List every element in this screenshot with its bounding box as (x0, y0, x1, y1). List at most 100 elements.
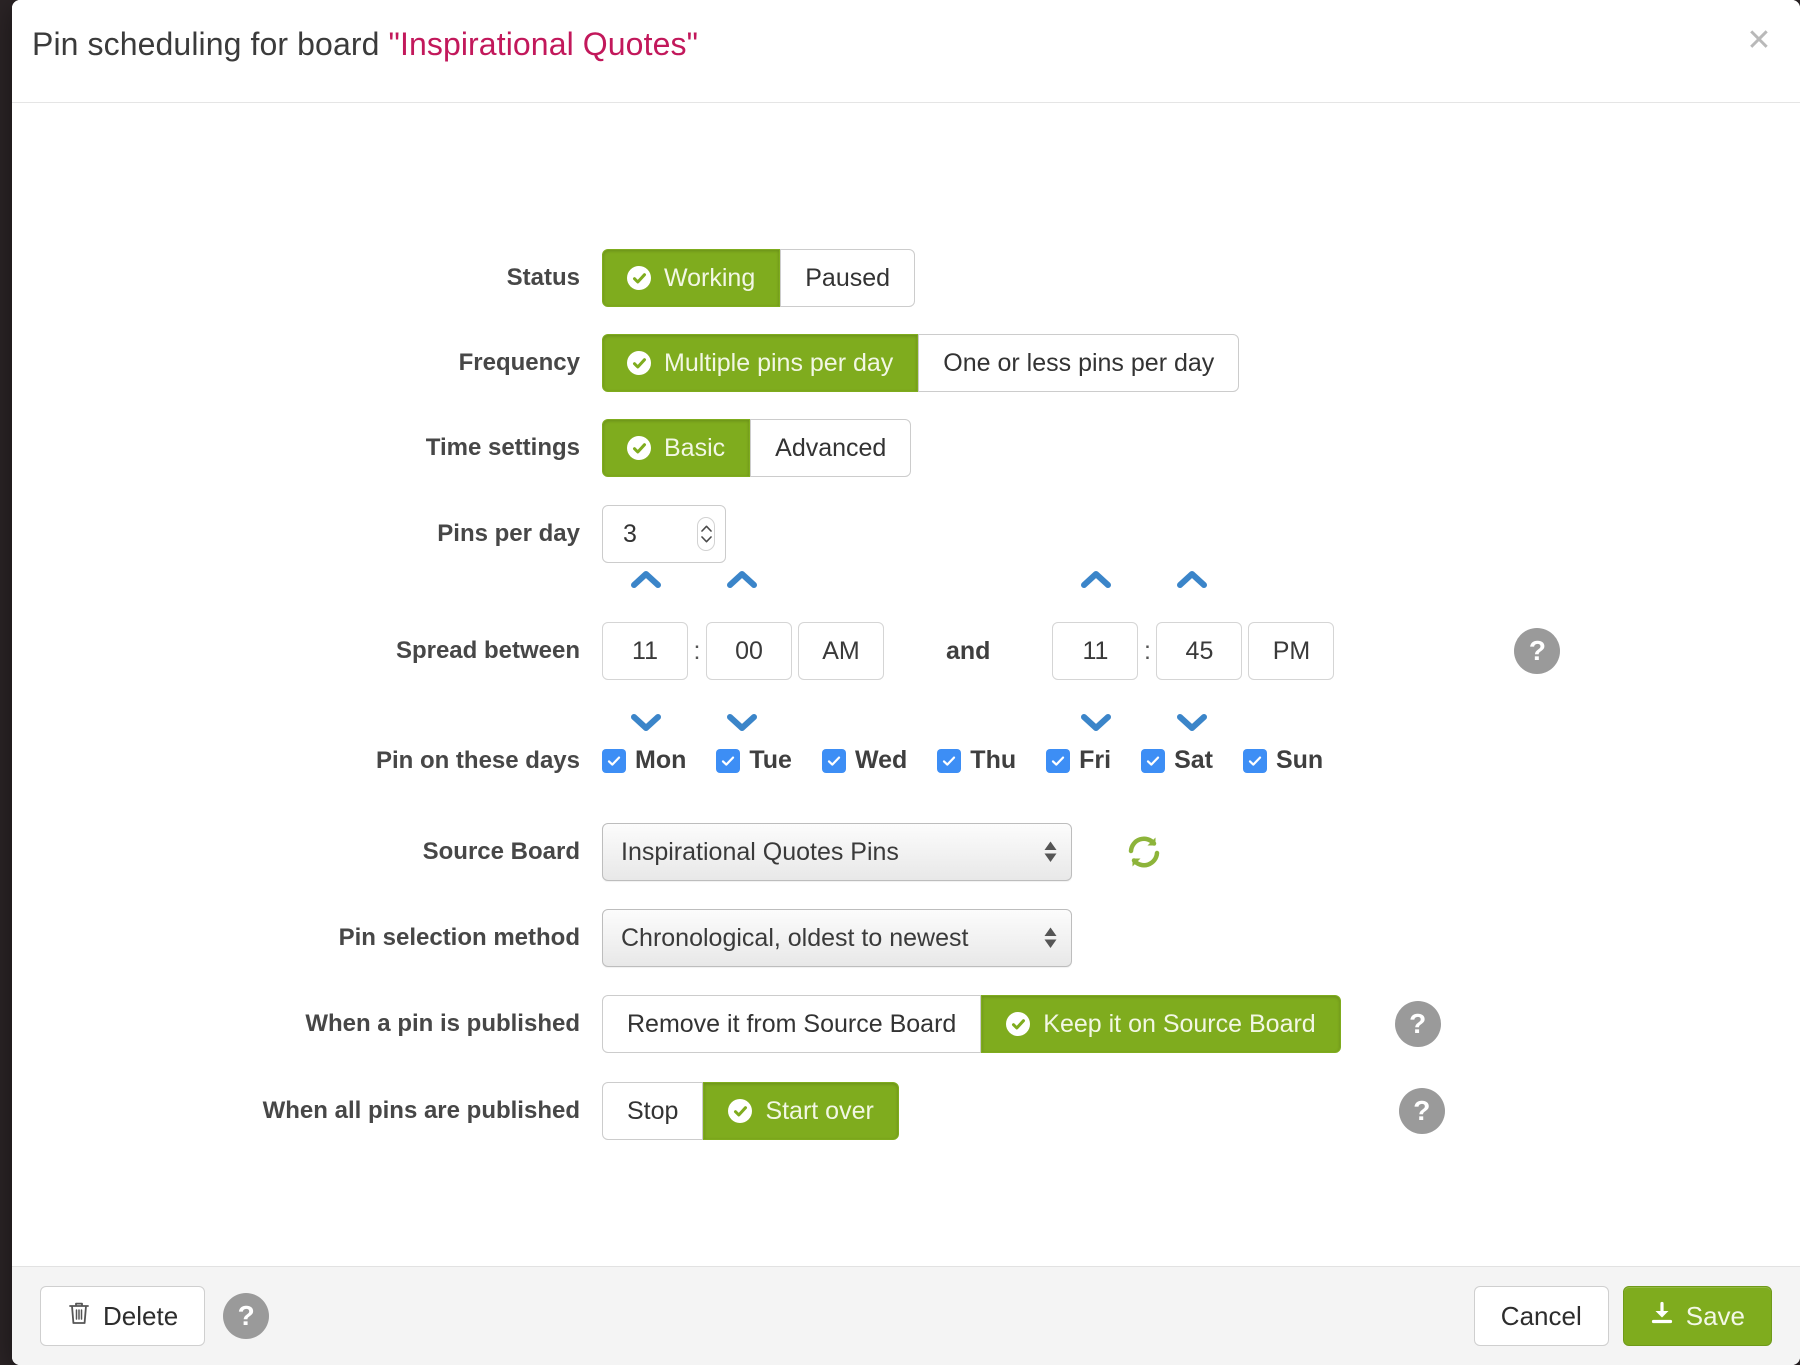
when-pin-published-label: When a pin is published (305, 1010, 580, 1037)
footer-help-icon[interactable]: ? (223, 1293, 270, 1339)
end-minute-increment-icon[interactable] (1172, 564, 1212, 594)
time-settings-option-basic-label: Basic (664, 433, 726, 462)
when-all-published-option-stop-label: Stop (627, 1096, 679, 1125)
when-all-published-option-start-over[interactable]: Start over (703, 1082, 899, 1140)
delete-button[interactable]: Delete (40, 1286, 206, 1346)
day-checkbox-tue[interactable]: Tue (716, 746, 792, 775)
cancel-button[interactable]: Cancel (1473, 1286, 1609, 1346)
start-hour-increment-icon[interactable] (626, 564, 666, 594)
end-hour-field[interactable]: 11 (1052, 622, 1139, 680)
row-spread-between: Spread between 11 : 00 AM and 11: 45 PM… (12, 571, 1800, 731)
frequency-option-one-or-less[interactable]: One or less pins per day (918, 334, 1240, 392)
day-checkbox-mon[interactable]: Mon (602, 746, 686, 775)
checkbox-checked-icon[interactable] (602, 748, 626, 773)
day-label-sat: Sat (1174, 746, 1213, 774)
day-label-thu: Thu (970, 746, 1017, 774)
day-label-sun: Sun (1275, 746, 1324, 774)
time-settings-option-advanced-label: Advanced (775, 433, 887, 462)
when-all-published-help-icon[interactable]: ? (1398, 1088, 1445, 1134)
modal-footer: Delete ? Cancel Save (12, 1266, 1800, 1365)
source-board-select-value: Inspirational Quotes Pins (621, 837, 899, 866)
end-hour-decrement-icon[interactable] (1076, 708, 1116, 738)
day-checkbox-thu[interactable]: Thu (937, 746, 1016, 775)
time-colon-separator: : (1143, 636, 1151, 665)
checkbox-checked-icon[interactable] (937, 748, 962, 773)
start-minute-decrement-icon[interactable] (722, 708, 762, 738)
when-pin-published-option-keep[interactable]: Keep it on Source Board (981, 995, 1341, 1053)
pins-per-day-stepper[interactable] (602, 505, 726, 563)
stepper-arrows-icon[interactable] (697, 517, 715, 551)
pin-selection-method-select[interactable]: Chronological, oldest to newest (602, 909, 1072, 967)
spread-end-time: 11 : 45 PM (1052, 571, 1335, 731)
modal-title-prefix: Pin scheduling for board (32, 26, 389, 62)
close-icon[interactable]: ✕ (1740, 22, 1778, 60)
pins-per-day-input[interactable] (603, 518, 683, 550)
and-separator-label: and (946, 636, 991, 665)
checkbox-checked-icon[interactable] (1046, 748, 1071, 773)
status-option-paused-label: Paused (805, 263, 891, 292)
page-title: Pin scheduling for board "Inspirational … (32, 26, 698, 63)
when-all-published-option-start-over-label: Start over (765, 1096, 874, 1125)
modal-header: Pin scheduling for board "Inspirational … (12, 0, 1800, 103)
check-circle-icon (1006, 1012, 1031, 1036)
day-checkbox-sat[interactable]: Sat (1141, 746, 1213, 775)
check-circle-icon (627, 436, 651, 460)
time-settings-option-advanced[interactable]: Advanced (750, 419, 912, 477)
time-settings-toggle-group: Basic Advanced (602, 419, 912, 477)
save-button[interactable]: Save (1622, 1286, 1772, 1346)
end-minute-decrement-icon[interactable] (1172, 708, 1212, 738)
row-pin-selection-method: Pin selection method Chronological, olde… (12, 909, 1800, 967)
row-when-pin-published: When a pin is published Remove it from S… (12, 995, 1800, 1053)
end-meridiem-field[interactable]: PM (1248, 622, 1335, 680)
pin-selection-method-select-value: Chronological, oldest to newest (621, 923, 969, 952)
spread-start-time: 11 : 00 AM (602, 571, 884, 731)
checkbox-checked-icon[interactable] (716, 748, 741, 773)
checkbox-checked-icon[interactable] (1141, 748, 1166, 773)
pins-per-day-label: Pins per day (437, 520, 580, 547)
when-pin-published-option-keep-label: Keep it on Source Board (1043, 1009, 1316, 1038)
modal-body: Status Working Paused Frequency Multiple… (12, 103, 1800, 1266)
day-checkbox-wed[interactable]: Wed (821, 746, 908, 775)
row-pins-per-day: Pins per day (12, 505, 1800, 563)
start-hour-decrement-icon[interactable] (626, 708, 666, 738)
start-minute-field[interactable]: 00 (706, 622, 792, 680)
day-checkbox-sun[interactable]: Sun (1242, 746, 1324, 775)
check-circle-icon (627, 266, 651, 290)
row-frequency: Frequency Multiple pins per day One or l… (12, 334, 1800, 392)
end-minute-field[interactable]: 45 (1156, 622, 1243, 680)
cancel-button-label: Cancel (1500, 1300, 1582, 1331)
when-pin-published-option-remove[interactable]: Remove it from Source Board (602, 995, 982, 1053)
pin-selection-method-label: Pin selection method (338, 924, 580, 951)
checkbox-checked-icon[interactable] (1242, 748, 1267, 773)
when-all-published-option-stop[interactable]: Stop (602, 1082, 704, 1140)
checkbox-checked-icon[interactable] (821, 748, 846, 773)
row-pin-on-these-days: Pin on these days Mon Tue Wed Thu Fri Sa… (12, 746, 1800, 775)
start-minute-increment-icon[interactable] (722, 564, 762, 594)
row-when-all-published: When all pins are published Stop Start o… (12, 1082, 1800, 1140)
check-circle-icon (627, 351, 651, 375)
select-arrows-icon (1044, 927, 1057, 949)
source-board-select[interactable]: Inspirational Quotes Pins (602, 823, 1072, 881)
day-label-fri: Fri (1079, 746, 1112, 774)
frequency-option-multiple[interactable]: Multiple pins per day (602, 334, 919, 392)
spread-between-help-icon[interactable]: ? (1514, 628, 1561, 674)
start-hour-field[interactable]: 11 (602, 622, 688, 680)
frequency-option-multiple-label: Multiple pins per day (664, 348, 894, 377)
day-checkbox-fri[interactable]: Fri (1046, 746, 1111, 775)
frequency-toggle-group: Multiple pins per day One or less pins p… (602, 334, 1240, 392)
trash-icon (67, 1300, 91, 1333)
status-option-paused[interactable]: Paused (780, 249, 916, 307)
time-settings-option-basic[interactable]: Basic (602, 419, 751, 477)
row-source-board: Source Board Inspirational Quotes Pins (12, 823, 1800, 881)
day-label-wed: Wed (854, 746, 908, 774)
refresh-icon[interactable] (1120, 828, 1168, 876)
time-settings-label: Time settings (425, 434, 580, 461)
status-label: Status (506, 264, 580, 291)
start-meridiem-field[interactable]: AM (798, 622, 884, 680)
when-pin-published-help-icon[interactable]: ? (1394, 1001, 1441, 1047)
status-option-working[interactable]: Working (602, 249, 781, 307)
day-checkbox-group: Mon Tue Wed Thu Fri Sat Sun (602, 746, 1323, 775)
when-all-published-toggle-group: Stop Start over (602, 1082, 899, 1140)
end-hour-increment-icon[interactable] (1076, 564, 1116, 594)
when-all-published-label: When all pins are published (262, 1097, 580, 1124)
